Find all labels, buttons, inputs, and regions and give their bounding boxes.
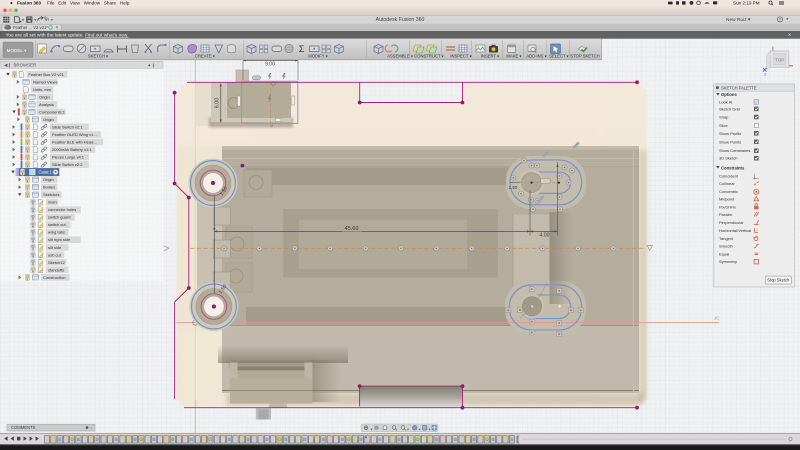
svg-text:Origin: Origin — [43, 117, 54, 122]
svg-text:Show Points: Show Points — [719, 139, 741, 144]
svg-text:Feather Box V2 v21: Feather Box V2 v21 — [29, 72, 65, 77]
svg-text:New Ruiz ▾: New Ruiz ▾ — [726, 17, 751, 23]
svg-text:3D Sketch: 3D Sketch — [719, 156, 737, 161]
svg-text:Units: mm: Units: mm — [33, 87, 52, 92]
svg-text:Slide Switch v2:1: Slide Switch v2:1 — [52, 124, 83, 129]
svg-text:connector holes: connector holes — [48, 207, 76, 212]
svg-text:Feather OLED Wing v1...: Feather OLED Wing v1... — [52, 132, 97, 137]
svg-text:Components:1: Components:1 — [39, 109, 66, 114]
svg-text:Feather ... V2 v21*: Feather ... V2 v21* — [13, 25, 48, 30]
svg-text:Snap: Snap — [719, 115, 729, 120]
svg-text:◀❙ BROWSER: ◀❙ BROWSER — [4, 62, 36, 67]
svg-text:Slide Switch v2:2: Slide Switch v2:2 — [52, 162, 83, 167]
svg-text:Analysis: Analysis — [39, 102, 54, 107]
svg-text:Show Constraints: Show Constraints — [719, 148, 750, 153]
svg-text:JC: JC — [714, 316, 720, 321]
svg-text:Pieces Large v4:1: Pieces Large v4:1 — [52, 155, 85, 160]
svg-text:TOP: TOP — [775, 58, 784, 63]
svg-text:SELECT ▾: SELECT ▾ — [549, 54, 568, 59]
svg-text:×: × — [788, 32, 791, 38]
svg-text:slit right side: slit right side — [48, 237, 71, 242]
svg-text:●: ● — [10, 0, 13, 5]
svg-text:Autodesk Fusion 360: Autodesk Fusion 360 — [376, 17, 425, 23]
svg-text:Fix/UnFix: Fix/UnFix — [719, 204, 736, 209]
svg-text:INSPECT ▾: INSPECT ▾ — [450, 54, 471, 59]
svg-text:STOP SKETCH: STOP SKETCH — [570, 54, 599, 59]
svg-text:SKETCH ▾: SKETCH ▾ — [88, 54, 108, 59]
svg-text:Look At: Look At — [719, 99, 733, 104]
svg-text:INSERT ▾: INSERT ▾ — [481, 54, 499, 59]
svg-text:slit side: slit side — [48, 245, 62, 250]
svg-text:Show Profile: Show Profile — [719, 131, 742, 136]
svg-text:Tangent: Tangent — [719, 236, 734, 241]
svg-text:SKETCH PALETTE: SKETCH PALETTE — [721, 85, 757, 90]
svg-text:Fusion 360: Fusion 360 — [17, 0, 41, 5]
svg-text:wing tabs: wing tabs — [48, 230, 65, 235]
svg-text:Feather BLE with Head...: Feather BLE with Head... — [52, 139, 97, 144]
svg-text:1.50: 1.50 — [509, 185, 518, 190]
svg-text:Sketch Grid: Sketch Grid — [719, 106, 740, 111]
svg-text:Parallel: Parallel — [719, 212, 732, 217]
svg-text:Sketches: Sketches — [43, 192, 59, 197]
svg-text:Origin: Origin — [39, 94, 50, 99]
svg-text:ASSEMBLE ▾: ASSEMBLE ▾ — [387, 54, 413, 59]
svg-text:ADD-INS ▾: ADD-INS ▾ — [526, 54, 546, 59]
svg-text:×: × — [56, 25, 59, 31]
svg-text:● ❙: ● ❙ — [148, 62, 155, 67]
svg-text:Sketch12: Sketch12 — [48, 260, 65, 265]
svg-text:Bodies: Bodies — [43, 185, 55, 190]
svg-text:Concentric: Concentric — [719, 189, 738, 194]
svg-text:9.00: 9.00 — [265, 61, 275, 67]
svg-text:MODIFY ▾: MODIFY ▾ — [308, 54, 327, 59]
svg-text:Named Views: Named Views — [33, 79, 58, 84]
svg-text:MAKE ▾: MAKE ▾ — [506, 54, 521, 59]
svg-text:Slice: Slice — [719, 123, 728, 128]
svg-text:standoffs: standoffs — [48, 267, 64, 272]
svg-text:45.60: 45.60 — [345, 226, 359, 232]
svg-text:switch guard: switch guard — [48, 215, 70, 220]
svg-text:Collinear: Collinear — [719, 181, 735, 186]
svg-text:6.00: 6.00 — [215, 98, 221, 109]
svg-text:Options: Options — [721, 92, 737, 97]
svg-text:COMMENTS: COMMENTS — [11, 425, 36, 430]
svg-text:switch cut: switch cut — [48, 222, 66, 227]
svg-text:usb cut: usb cut — [48, 252, 62, 257]
svg-text:main: main — [48, 200, 57, 205]
svg-text:File Edit View Window: File Edit View Window Share Help — [47, 0, 130, 5]
svg-text:Smooth: Smooth — [719, 244, 733, 249]
svg-text:Stop Sketch: Stop Sketch — [767, 278, 790, 283]
svg-text:Symmetry: Symmetry — [719, 259, 737, 264]
svg-text:Origin: Origin — [43, 177, 54, 182]
svg-text:Perpendicular: Perpendicular — [719, 220, 744, 225]
svg-text:CONSTRUCT ▾: CONSTRUCT ▾ — [414, 54, 443, 59]
svg-text:Construction: Construction — [43, 275, 65, 280]
svg-text:Midpoint: Midpoint — [719, 196, 735, 201]
svg-text:Σ: Σ — [299, 44, 305, 54]
svg-text:Constraints: Constraints — [721, 165, 745, 170]
svg-text:2000mAh Battery v1:1: 2000mAh Battery v1:1 — [52, 147, 92, 152]
svg-text:MODEL ▾: MODEL ▾ — [7, 48, 27, 53]
svg-text:Horizontal/Vertical: Horizontal/Vertical — [719, 228, 751, 233]
svg-text:You are all set with the lates: You are all set with the latest update. … — [6, 32, 129, 38]
svg-text:4.00: 4.00 — [539, 232, 549, 238]
svg-text:Equal: Equal — [719, 251, 729, 256]
svg-text:Sun 2:19 PM: Sun 2:19 PM — [733, 0, 760, 5]
svg-text:↕: ↕ — [757, 228, 759, 232]
svg-text:CREATE ▾: CREATE ▾ — [195, 54, 215, 59]
svg-text:Coincident: Coincident — [719, 174, 739, 179]
svg-text:Case:1: Case:1 — [39, 170, 53, 175]
